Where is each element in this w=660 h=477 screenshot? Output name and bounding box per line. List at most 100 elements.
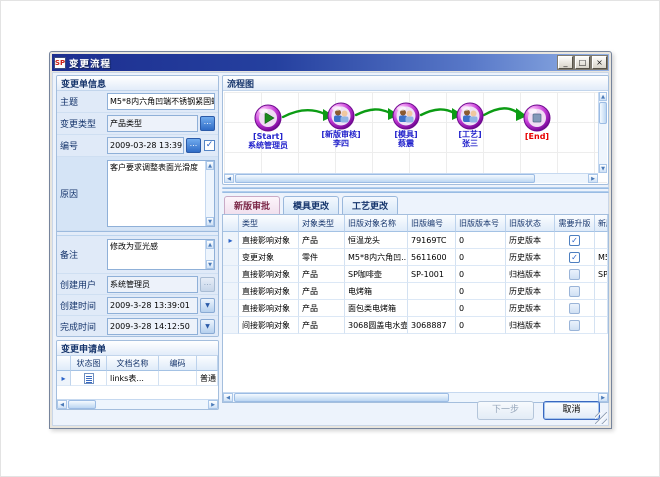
old-no-cell [408, 300, 456, 317]
change-type-browse-button[interactable]: ... [200, 116, 215, 131]
number-checkbox[interactable]: ✓ [204, 140, 215, 151]
flow-node-review[interactable]: [新版审核] 李四 [305, 102, 377, 148]
type-cell: 直接影响对象 [239, 300, 299, 317]
table-row[interactable]: 直接影响对象 产品 面包类电烤箱 0 历史版本 [223, 300, 608, 317]
flow-h-scrollbar[interactable]: ◀ ▶ [224, 173, 598, 183]
flow-node-start[interactable]: [Start] 系统管理员 [232, 104, 304, 150]
upgrade-checkbox[interactable] [569, 286, 580, 297]
node-label-line2: 蔡震 [370, 139, 442, 148]
remark-text: 修改为亚光感 [110, 242, 158, 251]
tab-new-version-approval[interactable]: 新版审批 [224, 196, 280, 214]
scroll-right-icon[interactable]: ▶ [208, 400, 218, 409]
cancel-button[interactable]: 取消 [543, 401, 600, 420]
old-no-cell: 5611600 [408, 249, 456, 266]
scroll-up-icon[interactable]: ▲ [599, 92, 607, 101]
old-ver-cell: 0 [456, 317, 506, 334]
status-column-header[interactable]: 状态图 [71, 356, 107, 371]
new-name-column-header[interactable]: 新版 [595, 215, 608, 232]
scroll-up-icon[interactable]: ▲ [206, 161, 214, 170]
tab-mold-change[interactable]: 模具更改 [283, 196, 339, 214]
flow-node-craft[interactable]: [工艺] 张三 [434, 102, 506, 148]
subject-input[interactable]: M5*8内六角凹端不锈钢紧固螺钉 [107, 93, 215, 110]
upgrade-checkbox[interactable] [569, 269, 580, 280]
node-label-line1: [End] [501, 132, 573, 141]
create-time-field[interactable]: 2009-3-28 13:39:01 [107, 297, 198, 314]
row-indicator [223, 249, 239, 266]
scroll-right-icon[interactable]: ▶ [598, 393, 608, 402]
reason-textarea[interactable]: 客户要求调整表面光滑度 ▲ ▼ [107, 160, 215, 227]
upgrade-cell [555, 283, 595, 300]
scrollbar-thumb[interactable] [68, 400, 96, 409]
upgrade-checkbox[interactable]: ✓ [569, 235, 580, 246]
finish-time-dropdown-icon[interactable]: ▼ [200, 319, 215, 334]
table-row[interactable]: ▸ 直接影响对象 产品 恒温龙头 79169TC 0 历史版本 ✓ [223, 232, 608, 249]
request-h-scrollbar[interactable]: ◀ ▶ [57, 399, 218, 409]
doc-name-column-header[interactable]: 文档名称 [107, 356, 159, 371]
number-browse-button[interactable]: ... [186, 138, 201, 153]
flow-canvas[interactable]: [Start] 系统管理员 [新版审核] 李四 [224, 92, 607, 183]
type-column-header[interactable]: 类型 [239, 215, 299, 232]
upgrade-column-header[interactable]: 需要升版 [555, 215, 595, 232]
old-name-cell: 恒温龙头 [345, 232, 408, 249]
upgrade-checkbox[interactable]: ✓ [569, 252, 580, 263]
creator-browse-button: ... [200, 277, 215, 292]
extra-cell: 普通 [197, 371, 218, 386]
table-row[interactable]: 变更对象 零件 M5*8内六角凹... 5611600 0 历史版本 ✓ M5*… [223, 249, 608, 266]
old-status-cell: 历史版本 [506, 283, 555, 300]
scroll-left-icon[interactable]: ◀ [57, 400, 67, 409]
scrollbar-thumb[interactable] [599, 102, 607, 124]
create-time-dropdown-icon[interactable]: ▼ [200, 298, 215, 313]
reason-scrollbar[interactable]: ▲ ▼ [205, 161, 214, 226]
minimize-icon[interactable]: _ [558, 56, 573, 69]
upgrade-checkbox[interactable] [569, 303, 580, 314]
request-table-row[interactable]: ▸ links表... 普通 [57, 371, 218, 386]
number-field[interactable]: 2009-03-28 13:39:01 [107, 137, 184, 154]
flow-v-scrollbar[interactable]: ▲ ▼ [598, 92, 607, 173]
title-bar[interactable]: SP 变更流程 _ □ × [52, 54, 609, 71]
creator-field[interactable]: 系统管理员 [107, 276, 198, 293]
scroll-down-icon[interactable]: ▼ [206, 217, 214, 226]
creator-label: 创建用户 [60, 278, 107, 291]
finish-time-label: 完成时间 [60, 320, 107, 333]
tab-craft-change[interactable]: 工艺更改 [342, 196, 398, 214]
row-indicator [223, 300, 239, 317]
close-icon[interactable]: × [592, 56, 607, 69]
resize-grip[interactable] [595, 412, 607, 424]
window-body: 变更单信息 主题 M5*8内六角凹端不锈钢紧固螺钉 变更类型 产品类型 ... … [52, 72, 609, 426]
scroll-up-icon[interactable]: ▲ [206, 240, 214, 249]
flow-node-mold[interactable]: [模具] 蔡震 [370, 102, 442, 148]
maximize-icon[interactable]: □ [575, 56, 590, 69]
flow-node-end[interactable]: [End] [501, 104, 573, 141]
scroll-left-icon[interactable]: ◀ [223, 393, 233, 402]
obj-type-column-header[interactable]: 对象类型 [299, 215, 345, 232]
table-row[interactable]: 直接影响对象 产品 SP咖啡壶 SP-1001 0 归档版本 SP咖 [223, 266, 608, 283]
code-column-header[interactable]: 编码 [159, 356, 197, 371]
scroll-right-icon[interactable]: ▶ [588, 174, 598, 183]
table-row[interactable]: 直接影响对象 产品 电烤箱 0 历史版本 [223, 283, 608, 300]
horizontal-splitter[interactable] [222, 187, 609, 194]
change-type-label: 变更类型 [60, 117, 107, 130]
change-type-field[interactable]: 产品类型 [107, 115, 198, 132]
info-panel-header: 变更单信息 [57, 76, 218, 91]
scrollbar-thumb[interactable] [235, 174, 535, 183]
scroll-down-icon[interactable]: ▼ [599, 164, 607, 173]
old-status-column-header[interactable]: 旧版状态 [506, 215, 555, 232]
start-node-icon [254, 104, 282, 132]
change-process-window: SP 变更流程 _ □ × 变更单信息 主题 M5*8内六角凹端不锈钢紧固螺钉 … [49, 51, 612, 429]
node-label-line2: 张三 [434, 139, 506, 148]
table-row[interactable]: 间接影响对象 产品 3068圆盖电水壶 3068887 0 归档版本 [223, 317, 608, 334]
upgrade-checkbox[interactable] [569, 320, 580, 331]
scroll-left-icon[interactable]: ◀ [224, 174, 234, 183]
old-ver-column-header[interactable]: 旧版版本号 [456, 215, 506, 232]
extra-column-header [197, 356, 218, 371]
remark-textarea[interactable]: 修改为亚光感 ▲ ▼ [107, 239, 215, 270]
remark-scrollbar[interactable]: ▲ ▼ [205, 240, 214, 269]
old-no-column-header[interactable]: 旧版编号 [408, 215, 456, 232]
finish-time-field[interactable]: 2009-3-28 14:12:50 [107, 318, 198, 335]
scrollbar-thumb[interactable] [234, 393, 449, 402]
row-indicator: ▸ [57, 371, 71, 386]
old-name-column-header[interactable]: 旧版对象名称 [345, 215, 408, 232]
obj-type-cell: 产品 [299, 317, 345, 334]
old-ver-cell: 0 [456, 300, 506, 317]
scroll-down-icon[interactable]: ▼ [206, 260, 214, 269]
